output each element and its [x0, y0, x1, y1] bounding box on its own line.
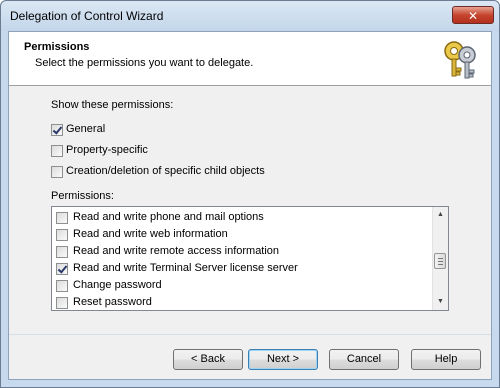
permissions-list-label: Permissions:: [51, 190, 114, 202]
wizard-header: Permissions Select the permissions you w…: [9, 32, 491, 86]
scroll-down-icon[interactable]: ▼: [433, 294, 448, 310]
permission-checkbox[interactable]: [56, 212, 68, 224]
checkbox-general-box[interactable]: [51, 124, 63, 136]
dialog-client-area: Permissions Select the permissions you w…: [8, 31, 492, 380]
grip-line: [438, 261, 443, 262]
checkbox-property-specific-box[interactable]: [51, 145, 63, 157]
permission-checkbox[interactable]: [56, 280, 68, 292]
permission-checkbox[interactable]: [56, 246, 68, 258]
wizard-window: Delegation of Control Wizard ✕ Permissio…: [0, 0, 500, 388]
scroll-up-icon[interactable]: ▲: [433, 207, 448, 223]
scrollbar-thumb[interactable]: [434, 253, 446, 269]
list-item[interactable]: Change password: [56, 278, 426, 295]
close-button[interactable]: ✕: [452, 6, 494, 24]
permission-label: Read and write web information: [73, 228, 228, 240]
footer-divider: [9, 334, 491, 335]
permission-checkbox[interactable]: [56, 297, 68, 309]
permission-label: Read and write phone and mail options: [73, 211, 264, 223]
permission-checkbox[interactable]: [56, 263, 68, 275]
list-item[interactable]: Reset password: [56, 295, 426, 310]
list-item[interactable]: Read and write web information: [56, 227, 426, 244]
grip-line: [438, 264, 443, 265]
help-button[interactable]: Help: [411, 349, 481, 370]
vertical-scrollbar[interactable]: ▲ ▼: [432, 207, 448, 310]
permission-label: Read and write remote access information: [73, 245, 280, 257]
window-title: Delegation of Control Wizard: [10, 9, 164, 23]
next-button[interactable]: Next >: [248, 349, 318, 370]
permission-label: Reset password: [73, 296, 152, 308]
close-icon: ✕: [467, 9, 479, 23]
checkbox-property-specific-label: Property-specific: [66, 144, 148, 156]
title-bar[interactable]: Delegation of Control Wizard ✕: [1, 1, 499, 31]
permission-checkbox[interactable]: [56, 229, 68, 241]
permission-label: Read and write Terminal Server license s…: [73, 262, 298, 274]
keys-icon: [444, 41, 476, 79]
page-subtitle: Select the permissions you want to deleg…: [35, 57, 254, 69]
checkbox-general-label: General: [66, 123, 106, 135]
cancel-button[interactable]: Cancel: [329, 349, 399, 370]
list-item[interactable]: Read and write remote access information: [56, 244, 426, 261]
permission-label: Change password: [73, 279, 162, 291]
list-item[interactable]: Read and write phone and mail options: [56, 210, 426, 227]
permissions-listbox[interactable]: Read and write phone and mail options Re…: [51, 206, 449, 311]
checkbox-child-objects-label: Creation/deletion of specific child obje…: [66, 165, 265, 177]
show-permissions-label: Show these permissions:: [51, 99, 174, 111]
checkbox-child-objects-box[interactable]: [51, 166, 63, 178]
grip-line: [438, 258, 443, 259]
back-button[interactable]: < Back: [173, 349, 243, 370]
page-title: Permissions: [24, 41, 90, 53]
list-item[interactable]: Read and write Terminal Server license s…: [56, 261, 426, 278]
